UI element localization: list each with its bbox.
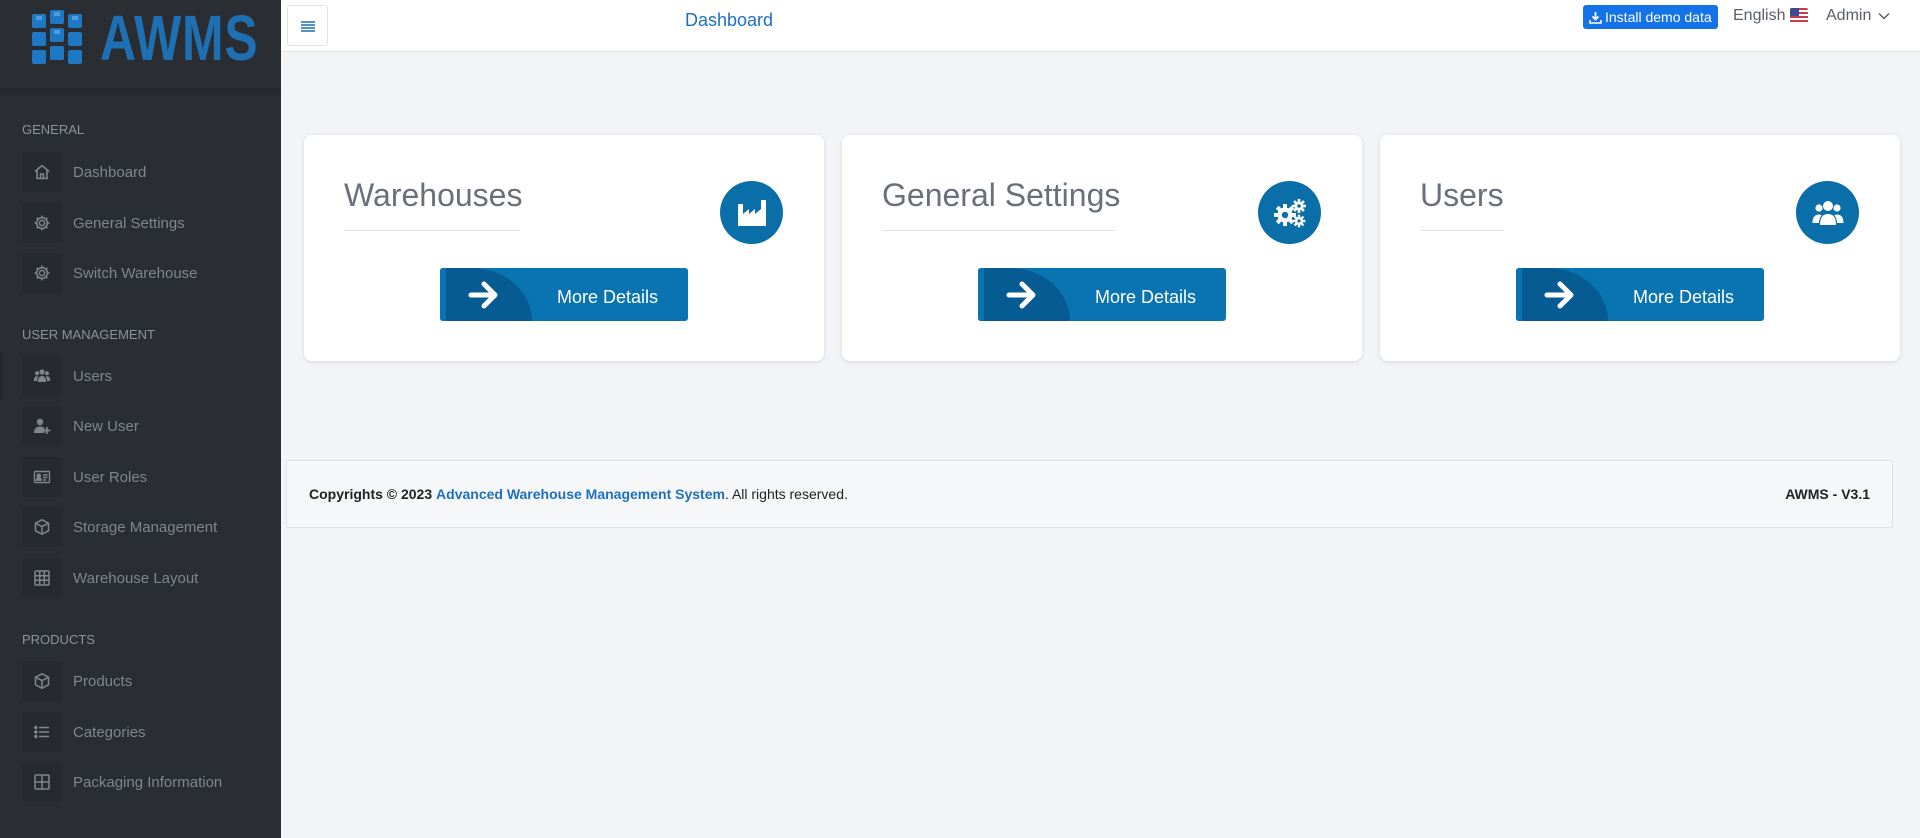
- copyright-suffix: . All rights reserved.: [724, 486, 848, 502]
- sidebar-item-warehouse-layout[interactable]: Warehouse Layout: [22, 558, 272, 598]
- grid-plus-icon: [22, 762, 62, 802]
- sidebar-item-categories[interactable]: Categories: [22, 712, 272, 752]
- card-users: Users More Details: [1380, 135, 1900, 361]
- sidebar-item-label: Warehouse Layout: [73, 569, 199, 587]
- box-icon: [22, 507, 62, 547]
- sidebar-item-products[interactable]: Products: [22, 661, 272, 701]
- grid-icon: [22, 558, 62, 598]
- sidebar-item-users[interactable]: Users: [22, 356, 272, 396]
- arrow-right-icon: [468, 281, 498, 309]
- sidebar-item-label: New User: [73, 417, 139, 435]
- card-title-divider: [882, 230, 1115, 231]
- us-flag-icon: [1790, 8, 1809, 24]
- card-general-settings: General Settings More Details: [842, 135, 1362, 361]
- version-label: AWMS - V3.1: [1785, 486, 1870, 502]
- sidebar-item-label: Categories: [73, 723, 146, 741]
- home-icon: [22, 152, 62, 192]
- page-title: Dashboard: [685, 10, 774, 30]
- download-icon: [1589, 11, 1602, 24]
- gear-icon: [22, 253, 62, 293]
- sidebar-item-dashboard[interactable]: Dashboard: [22, 152, 272, 192]
- users-more-details-button[interactable]: More Details: [1516, 268, 1764, 321]
- cogs-icon: [1258, 181, 1321, 244]
- warehouses-more-details-button[interactable]: More Details: [440, 268, 688, 321]
- sidebar-item-switch-warehouse[interactable]: Switch Warehouse: [22, 253, 272, 293]
- language-selector[interactable]: English: [1733, 7, 1809, 25]
- logo-text: AWMS: [100, 2, 259, 74]
- card-title-divider: [344, 230, 520, 231]
- user-menu[interactable]: Admin: [1826, 7, 1890, 25]
- section-title-user-management: USER MANAGEMENT: [22, 327, 155, 342]
- arrow-right-icon: [1006, 281, 1036, 309]
- list-icon: [22, 712, 62, 752]
- factory-icon: [720, 181, 783, 244]
- card-title-divider: [1420, 230, 1503, 231]
- sidebar-item-label: Dashboard: [73, 163, 147, 181]
- language-label: English: [1733, 7, 1786, 24]
- users-icon: [1796, 181, 1859, 244]
- sidebar-item-packaging-information[interactable]: Packaging Information: [22, 762, 272, 802]
- general-settings-more-details-button[interactable]: More Details: [978, 268, 1226, 321]
- card-warehouses: Warehouses More Details: [304, 135, 824, 361]
- sidebar-item-storage-management[interactable]: Storage Management: [22, 507, 272, 547]
- id-card-icon: [22, 457, 62, 497]
- sidebar-item-label: Products: [73, 672, 133, 690]
- more-details-label: More Details: [1095, 287, 1197, 307]
- sidebar-item-label: Users: [73, 367, 113, 385]
- logo[interactable]: AWMS: [0, 0, 281, 92]
- arrow-right-icon: [1544, 281, 1574, 309]
- install-demo-data-label: Install demo data: [1605, 9, 1712, 25]
- sidebar-item-label: Storage Management: [73, 518, 218, 536]
- sidebar-item-user-roles[interactable]: User Roles: [22, 457, 272, 497]
- chevron-down-icon: [1878, 12, 1890, 20]
- copyright-prefix: Copyrights © 2023: [309, 486, 433, 502]
- footer: Copyrights © 2023 Advanced Warehouse Man…: [286, 460, 1893, 528]
- sidebar-item-new-user[interactable]: New User: [22, 406, 272, 446]
- user-name: Admin: [1826, 7, 1872, 24]
- section-title-general: GENERAL: [22, 122, 85, 137]
- sidebar: AWMS GENERAL Dashboard General Settings …: [0, 0, 281, 838]
- users-icon: [22, 356, 62, 396]
- active-indicator: [0, 352, 3, 400]
- install-demo-data-button[interactable]: Install demo data: [1583, 5, 1718, 29]
- sidebar-item-label: User Roles: [73, 468, 148, 486]
- topbar: Dashboard Install demo data English Admi…: [281, 0, 1920, 52]
- sidebar-item-label: Packaging Information: [73, 773, 223, 791]
- logo-divider: [0, 88, 281, 96]
- card-title: General Settings: [882, 177, 1121, 213]
- box-icon: [22, 661, 62, 701]
- gear-icon: [22, 203, 62, 243]
- footer-link[interactable]: Advanced Warehouse Management System: [436, 486, 725, 502]
- hamburger-icon: [300, 20, 315, 32]
- sidebar-toggle-button[interactable]: [287, 5, 328, 46]
- sidebar-item-label: General Settings: [73, 214, 185, 232]
- sidebar-item-general-settings[interactable]: General Settings: [22, 203, 272, 243]
- copyright: Copyrights © 2023 Advanced Warehouse Man…: [309, 486, 848, 502]
- logo-cubes-icon: [32, 10, 82, 64]
- section-title-products: PRODUCTS: [22, 632, 95, 647]
- user-plus-icon: [22, 406, 62, 446]
- sidebar-item-label: Switch Warehouse: [73, 264, 198, 282]
- more-details-label: More Details: [557, 287, 659, 307]
- more-details-label: More Details: [1633, 287, 1735, 307]
- card-title: Warehouses: [344, 177, 523, 213]
- card-title: Users: [1420, 177, 1504, 213]
